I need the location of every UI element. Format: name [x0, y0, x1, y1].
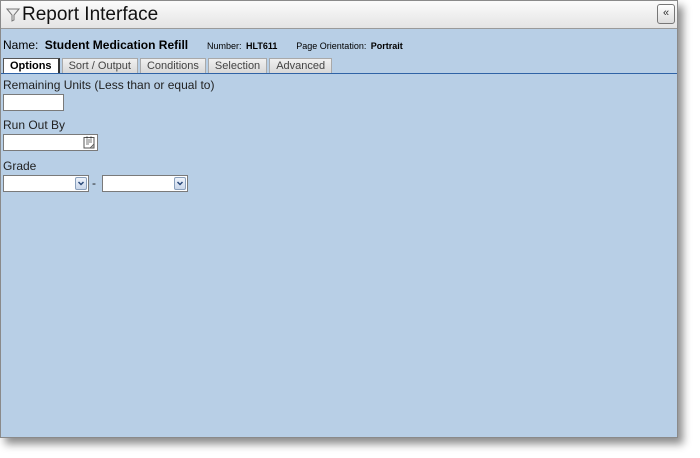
grade-from-select[interactable]	[3, 175, 89, 192]
tab-conditions[interactable]: Conditions	[139, 58, 206, 73]
title-bar: Report Interface «	[1, 1, 677, 29]
report-number-value: HLT611	[246, 41, 278, 51]
tab-sort-output[interactable]: Sort / Output	[61, 58, 138, 73]
grade-label: Grade	[3, 159, 37, 173]
report-name-value: Student Medication Refill	[44, 38, 189, 52]
grade-to-dropdown-button[interactable]	[174, 177, 186, 190]
report-name-label: Name:	[3, 38, 39, 52]
report-interface-window: Report Interface « Name: Student Medicat…	[0, 0, 678, 438]
window-title: Report Interface	[22, 4, 159, 25]
remaining-units-label: Remaining Units (Less than or equal to)	[3, 78, 215, 92]
tab-selection[interactable]: Selection	[207, 58, 268, 73]
chevron-down-icon	[176, 181, 184, 186]
report-number-label: Number:	[207, 41, 242, 51]
collapse-panel-button[interactable]: «	[657, 4, 675, 24]
grade-to-select[interactable]	[102, 175, 188, 192]
page-orientation-value: Portrait	[370, 41, 403, 51]
report-info-bar: Name: Student Medication Refill Number: …	[3, 36, 403, 54]
tab-divider	[1, 73, 677, 74]
page-orientation-label: Page Orientation:	[296, 41, 367, 51]
filter-icon	[6, 8, 20, 22]
grade-range-separator: -	[92, 176, 96, 190]
chevron-down-icon	[77, 181, 85, 186]
report-tabs: Options Sort / Output Conditions Selecti…	[3, 58, 334, 73]
tab-options[interactable]: Options	[3, 58, 60, 73]
grade-from-dropdown-button[interactable]	[75, 177, 87, 190]
run-out-by-label: Run Out By	[3, 118, 66, 132]
calendar-icon[interactable]	[83, 136, 96, 149]
remaining-units-input[interactable]	[3, 94, 64, 111]
tab-advanced[interactable]: Advanced	[269, 58, 333, 73]
run-out-by-field	[3, 134, 98, 151]
run-out-by-input[interactable]	[4, 135, 84, 150]
